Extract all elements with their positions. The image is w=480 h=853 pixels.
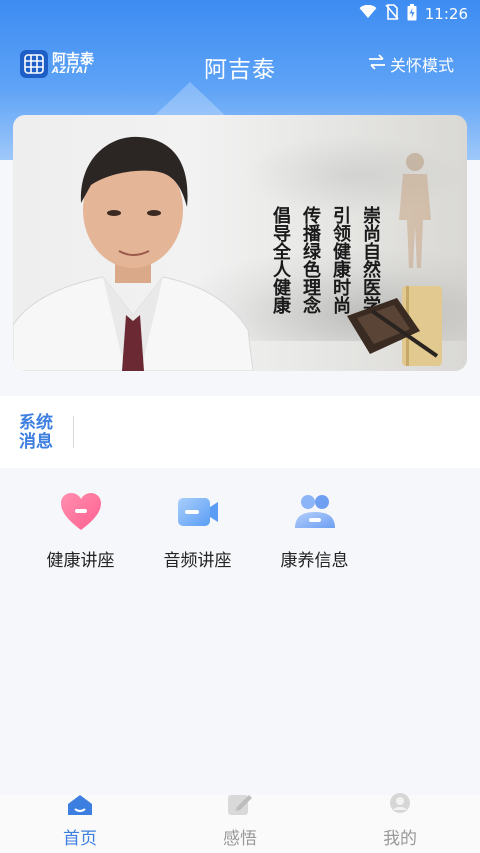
tab-profile[interactable]: 我的 bbox=[320, 792, 480, 853]
status-bar: 11:26 bbox=[0, 0, 480, 28]
poem-column: 倡导全人健康 bbox=[270, 206, 291, 314]
entry-label: 健康讲座 bbox=[46, 551, 115, 571]
acupuncture-figure bbox=[399, 153, 431, 268]
system-notice-bar[interactable]: 系统 消息 bbox=[0, 396, 480, 468]
bottom-tab-bar: 首页 感悟 我的 bbox=[0, 792, 480, 853]
system-notice-label-line2: 消息 bbox=[19, 432, 53, 452]
poem-column: 传播绿色理念 bbox=[300, 206, 321, 314]
user-icon bbox=[388, 792, 412, 820]
inkstone-scroll-icon bbox=[347, 286, 442, 366]
system-notice-label-line1: 系统 bbox=[19, 413, 53, 433]
wifi-icon bbox=[359, 4, 377, 23]
no-sim-icon bbox=[385, 4, 399, 24]
tab-home[interactable]: 首页 bbox=[0, 795, 160, 853]
entry-label: 音频讲座 bbox=[163, 551, 232, 571]
app-header: 阿吉泰 AZITAI 阿吉泰 关怀模式 bbox=[0, 36, 480, 92]
doctor-portrait bbox=[13, 136, 253, 371]
video-camera-icon bbox=[174, 488, 222, 536]
notice-divider bbox=[73, 416, 74, 448]
entry-label: 康养信息 bbox=[280, 551, 349, 571]
quick-entries: 健康讲座 音频讲座 康养信息 bbox=[0, 470, 480, 590]
care-mode-label: 关怀模式 bbox=[389, 56, 454, 75]
tab-label: 我的 bbox=[383, 829, 417, 849]
heart-icon bbox=[57, 488, 105, 536]
entry-audio-lecture[interactable]: 音频讲座 bbox=[139, 470, 256, 590]
edit-note-icon bbox=[227, 792, 253, 820]
status-time: 11:26 bbox=[424, 5, 468, 23]
tab-label: 感悟 bbox=[223, 829, 257, 849]
entry-wellness-info[interactable]: 康养信息 bbox=[256, 470, 373, 590]
home-icon bbox=[67, 794, 93, 820]
battery-charging-icon bbox=[407, 3, 417, 25]
tab-label: 首页 bbox=[63, 829, 97, 849]
system-notice-label: 系统 消息 bbox=[19, 414, 59, 452]
people-icon bbox=[291, 488, 339, 536]
banner[interactable]: 崇尚自然医学 引领健康时尚 传播绿色理念 倡导全人健康 bbox=[13, 115, 467, 371]
care-mode-button[interactable]: 关怀模式 bbox=[368, 52, 454, 76]
tab-insights[interactable]: 感悟 bbox=[160, 795, 320, 853]
swap-arrows-icon bbox=[368, 54, 386, 74]
entry-health-lecture[interactable]: 健康讲座 bbox=[22, 470, 139, 590]
